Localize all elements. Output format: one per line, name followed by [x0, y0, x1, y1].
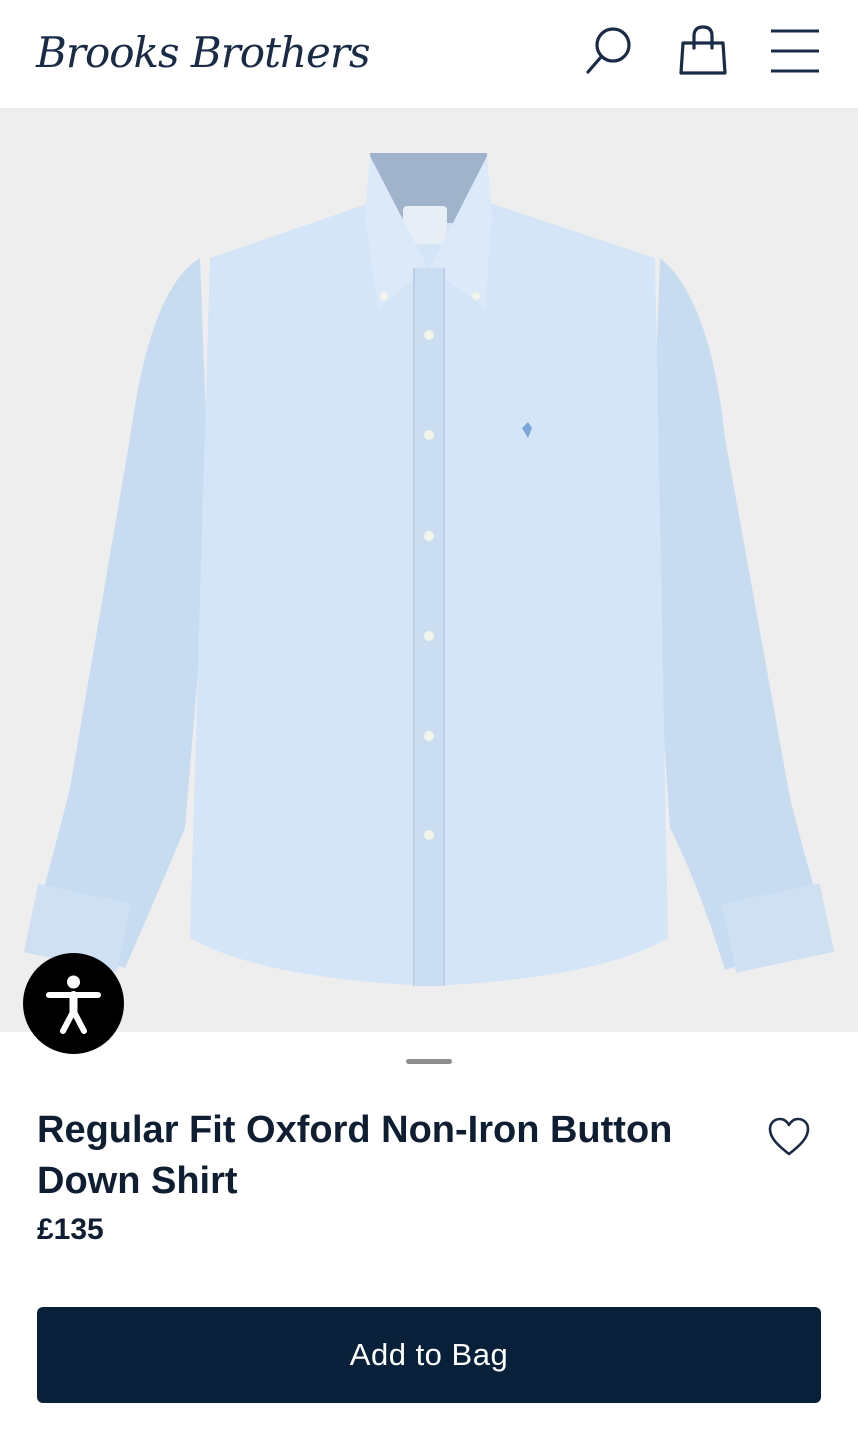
heart-icon [768, 1117, 810, 1156]
search-icon [586, 27, 631, 74]
menu-button[interactable] [767, 22, 823, 78]
product-image-gallery[interactable] [0, 108, 858, 1032]
shopping-bag-button[interactable] [675, 22, 731, 78]
product-title: Regular Fit Oxford Non-Iron Button Down … [37, 1109, 673, 1202]
accessibility-icon [46, 975, 101, 1034]
product-price: £135 [37, 1213, 104, 1246]
search-button[interactable] [582, 22, 638, 78]
site-header: Brooks Brothers [0, 0, 858, 108]
wishlist-button[interactable] [766, 1116, 812, 1158]
hamburger-menu-icon [771, 29, 819, 73]
shopping-bag-icon [679, 25, 727, 75]
brand-logo[interactable]: Brooks Brothers [36, 18, 371, 88]
sheet-drag-handle[interactable] [406, 1059, 452, 1064]
add-to-bag-button[interactable]: Add to Bag [37, 1307, 821, 1403]
product-page: Brooks Brothers Regular Fit Oxford Non-I… [0, 0, 858, 1440]
accessibility-button[interactable] [23, 953, 124, 1054]
product-image [23, 153, 835, 986]
